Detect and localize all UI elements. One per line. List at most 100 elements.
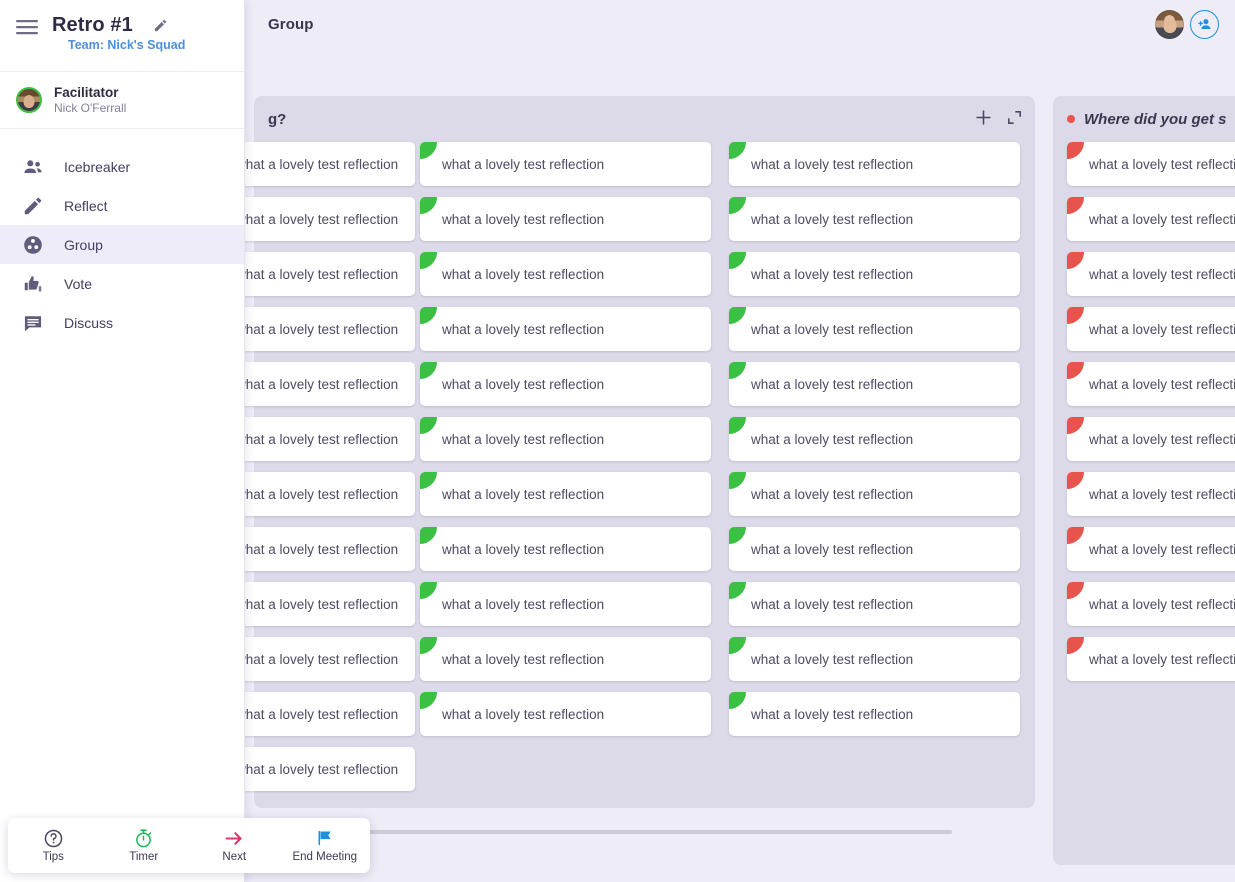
card-text: what a lovely test reflection bbox=[236, 211, 399, 227]
add-person-icon bbox=[1198, 19, 1211, 30]
card-column: what a lovely test reflection what a love… bbox=[729, 142, 1020, 747]
add-person-button[interactable] bbox=[1190, 10, 1219, 39]
reflection-card[interactable]: what a lovely test reflection bbox=[729, 692, 1020, 736]
reflection-card[interactable]: what a lovely test reflection bbox=[729, 637, 1020, 681]
column-header: Where did you get s bbox=[1053, 96, 1235, 142]
column-cards-area: what a lovely test reflection what a love… bbox=[214, 142, 1035, 792]
app-root: Group g? what a lovely test reflection w… bbox=[0, 0, 1235, 882]
reflection-card[interactable]: what a lovely test reflection bbox=[420, 417, 711, 461]
sidebar-nav: Icebreaker Reflect Group Vote Discuss bbox=[0, 129, 244, 342]
hamburger-menu-button[interactable] bbox=[16, 17, 38, 35]
reflection-card[interactable]: what a lovely test reflection bbox=[1067, 527, 1235, 571]
reflection-card[interactable]: what a lovely test reflection bbox=[729, 142, 1020, 186]
reflection-card[interactable]: what a lovely test reflection bbox=[1067, 197, 1235, 241]
reflection-card[interactable]: what a lovely test reflection bbox=[420, 142, 711, 186]
meeting-toolbar: Tips Timer Next End Meeting bbox=[8, 818, 370, 873]
card-accent-corner-icon bbox=[420, 252, 437, 269]
timer-label: Timer bbox=[129, 851, 159, 863]
timer-button[interactable]: Timer bbox=[99, 828, 190, 863]
card-text: what a lovely test reflection bbox=[1089, 156, 1235, 172]
facilitator-name: Nick O'Ferrall bbox=[54, 101, 127, 115]
card-text: what a lovely test reflection bbox=[236, 431, 399, 447]
next-button[interactable]: Next bbox=[189, 828, 280, 863]
reflection-card[interactable]: what a lovely test reflection bbox=[420, 252, 711, 296]
card-text: what a lovely test reflection bbox=[442, 156, 605, 172]
sidebar-item-vote[interactable]: Vote bbox=[0, 264, 244, 303]
reflection-card[interactable]: what a lovely test reflection bbox=[729, 472, 1020, 516]
reflection-card[interactable]: what a lovely test reflection bbox=[1067, 472, 1235, 516]
card-text: what a lovely test reflection bbox=[751, 376, 914, 392]
sidebar-item-label: Group bbox=[64, 236, 103, 253]
reflection-card[interactable]: what a lovely test reflection bbox=[1067, 582, 1235, 626]
sidebar-item-reflect[interactable]: Reflect bbox=[0, 186, 244, 225]
header-actions bbox=[1155, 10, 1219, 39]
column-title: g? bbox=[268, 110, 287, 128]
card-accent-corner-icon bbox=[420, 527, 437, 544]
card-text: what a lovely test reflection bbox=[236, 156, 399, 172]
tips-button[interactable]: Tips bbox=[8, 828, 99, 863]
end-meeting-button[interactable]: End Meeting bbox=[280, 828, 371, 863]
sidebar-item-label: Discuss bbox=[64, 314, 114, 331]
card-text: what a lovely test reflection bbox=[751, 156, 914, 172]
collapse-column-button[interactable] bbox=[1006, 109, 1023, 126]
card-text: what a lovely test reflection bbox=[751, 541, 914, 557]
reflection-card[interactable]: what a lovely test reflection bbox=[1067, 362, 1235, 406]
reflection-card[interactable]: what a lovely test reflection bbox=[1067, 252, 1235, 296]
sidebar-drawer: Retro #1 Team: Nick's Squad Facilitator … bbox=[0, 0, 245, 882]
column-title: Where did you get s bbox=[1084, 110, 1227, 128]
sidebar-item-group[interactable]: Group bbox=[0, 225, 244, 264]
reflection-card[interactable]: what a lovely test reflection bbox=[729, 362, 1020, 406]
card-text: what a lovely test reflection bbox=[236, 706, 399, 722]
timer-icon bbox=[133, 828, 154, 848]
sidebar-item-discuss[interactable]: Discuss bbox=[0, 303, 244, 342]
reflection-card[interactable]: what a lovely test reflection bbox=[420, 527, 711, 571]
column-dot-icon bbox=[1067, 115, 1075, 123]
reflection-card[interactable]: what a lovely test reflection bbox=[1067, 637, 1235, 681]
card-text: what a lovely test reflection bbox=[442, 211, 605, 227]
add-card-button[interactable] bbox=[974, 108, 993, 127]
reflection-card[interactable]: what a lovely test reflection bbox=[420, 637, 711, 681]
reflection-card[interactable]: what a lovely test reflection bbox=[729, 582, 1020, 626]
card-accent-corner-icon bbox=[1067, 142, 1084, 159]
card-accent-corner-icon bbox=[420, 692, 437, 709]
card-accent-corner-icon bbox=[1067, 417, 1084, 434]
horizontal-scrollbar[interactable] bbox=[315, 830, 952, 834]
team-name-link[interactable]: Team: Nick's Squad bbox=[68, 38, 228, 52]
card-text: what a lovely test reflection bbox=[236, 541, 399, 557]
reflection-card[interactable]: what a lovely test reflection bbox=[1067, 142, 1235, 186]
card-column: what a lovely test reflection what a love… bbox=[420, 142, 711, 747]
edit-title-button[interactable] bbox=[153, 18, 168, 33]
reflection-card[interactable]: what a lovely test reflection bbox=[729, 252, 1020, 296]
card-accent-corner-icon bbox=[1067, 197, 1084, 214]
reflection-card[interactable]: what a lovely test reflection bbox=[420, 197, 711, 241]
card-accent-corner-icon bbox=[420, 142, 437, 159]
retro-title: Retro #1 bbox=[52, 14, 133, 36]
card-text: what a lovely test reflection bbox=[442, 376, 605, 392]
card-text: what a lovely test reflection bbox=[751, 211, 914, 227]
reflection-card[interactable]: what a lovely test reflection bbox=[420, 307, 711, 351]
reflection-card[interactable]: what a lovely test reflection bbox=[729, 417, 1020, 461]
reflection-card[interactable]: what a lovely test reflection bbox=[420, 472, 711, 516]
card-text: what a lovely test reflection bbox=[236, 266, 399, 282]
reflection-card[interactable]: what a lovely test reflection bbox=[420, 362, 711, 406]
card-accent-corner-icon bbox=[729, 472, 746, 489]
reflection-card[interactable]: what a lovely test reflection bbox=[420, 692, 711, 736]
reflection-card[interactable]: what a lovely test reflection bbox=[729, 197, 1020, 241]
card-accent-corner-icon bbox=[729, 637, 746, 654]
sidebar-item-icebreaker[interactable]: Icebreaker bbox=[0, 147, 244, 186]
card-text: what a lovely test reflection bbox=[1089, 266, 1235, 282]
reflection-card[interactable]: what a lovely test reflection bbox=[420, 582, 711, 626]
card-text: what a lovely test reflection bbox=[442, 321, 605, 337]
card-accent-corner-icon bbox=[1067, 637, 1084, 654]
reflection-card[interactable]: what a lovely test reflection bbox=[1067, 307, 1235, 351]
reflection-card[interactable]: what a lovely test reflection bbox=[729, 527, 1020, 571]
card-text: what a lovely test reflection bbox=[751, 486, 914, 502]
reflection-card[interactable]: what a lovely test reflection bbox=[1067, 417, 1235, 461]
sidebar-item-label: Reflect bbox=[64, 197, 108, 214]
reflection-card[interactable]: what a lovely test reflection bbox=[729, 307, 1020, 351]
card-text: what a lovely test reflection bbox=[442, 266, 605, 282]
collapse-icon bbox=[1008, 111, 1021, 124]
card-accent-corner-icon bbox=[729, 197, 746, 214]
avatar[interactable] bbox=[1155, 10, 1184, 39]
card-text: what a lovely test reflection bbox=[236, 376, 399, 392]
